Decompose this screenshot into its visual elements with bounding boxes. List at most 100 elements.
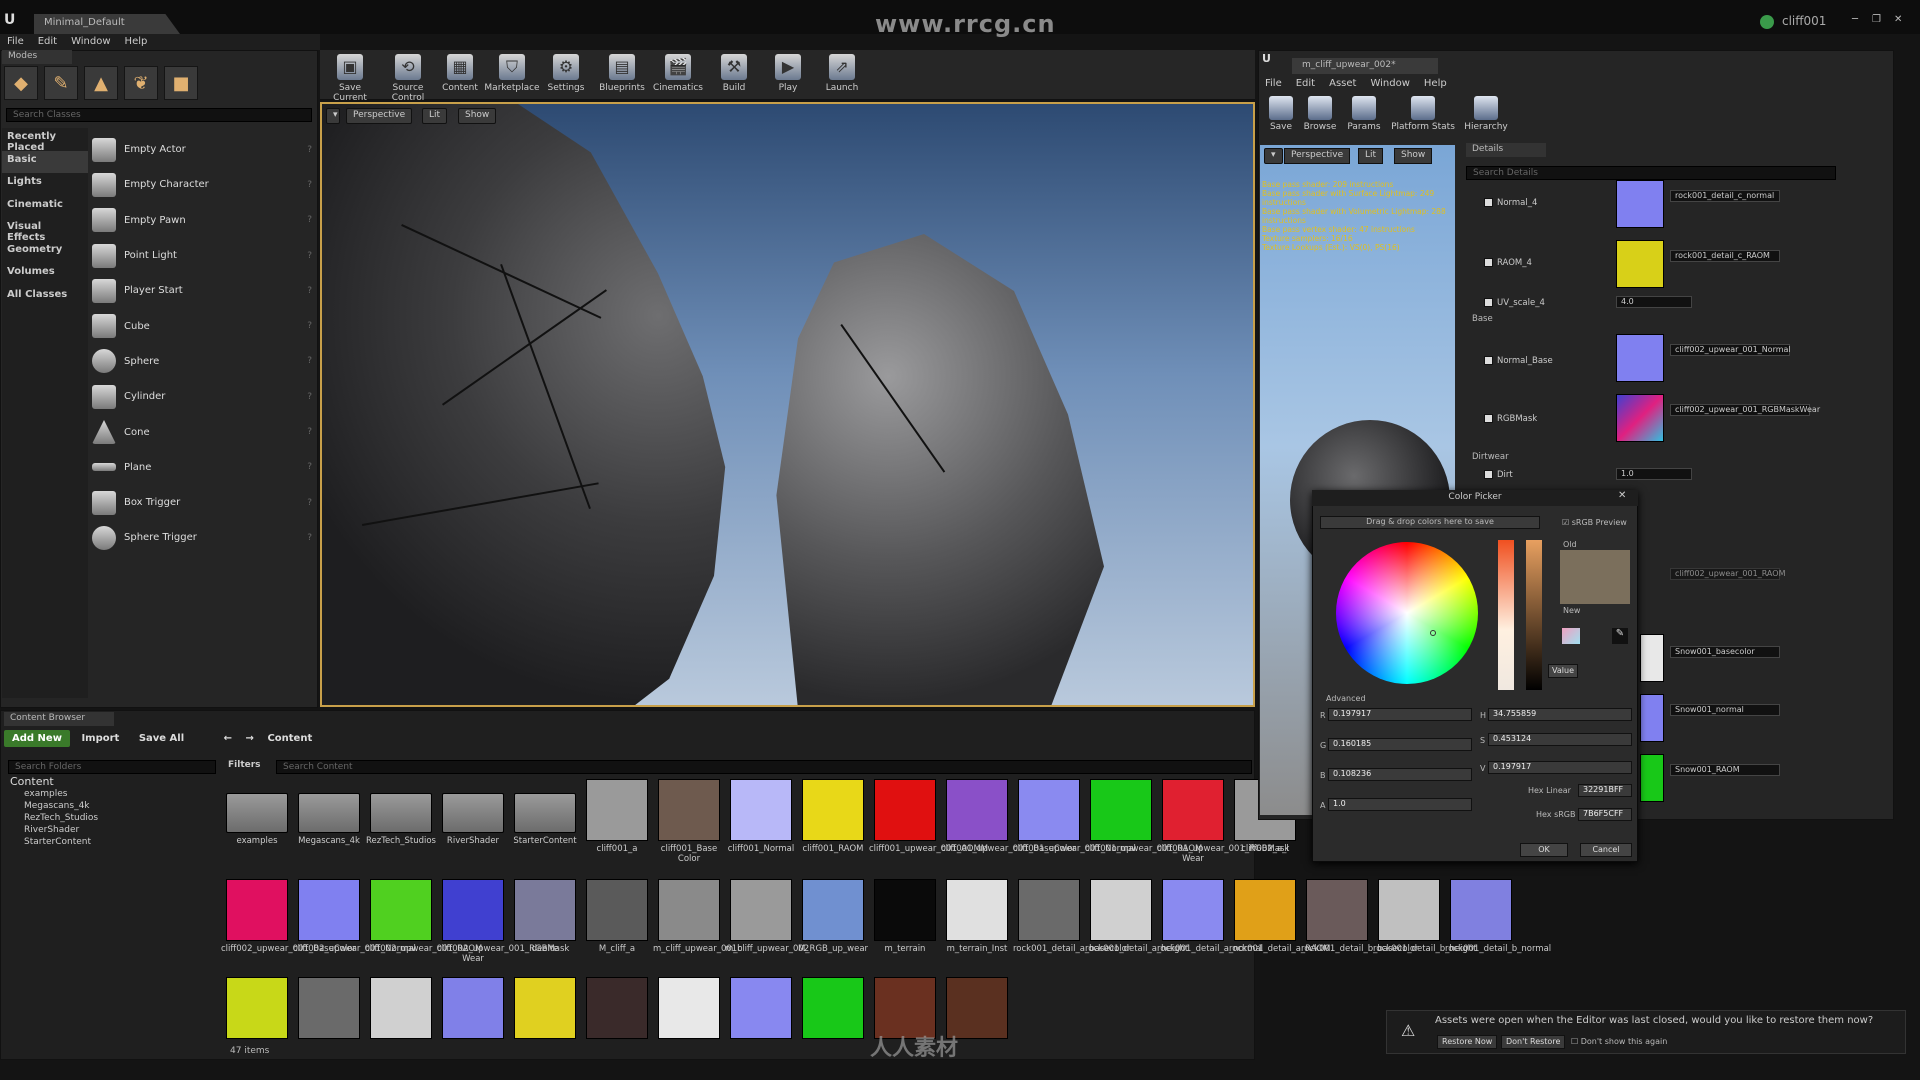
- param-texture-select[interactable]: rock001_detail_c_normal: [1670, 190, 1780, 202]
- menu-window[interactable]: Window: [1363, 76, 1416, 91]
- minimize-icon[interactable]: ─: [1852, 14, 1858, 28]
- settings-button[interactable]: ⚙ Settings: [538, 52, 594, 98]
- lit-button[interactable]: Lit: [422, 108, 448, 124]
- asset-tile[interactable]: [730, 977, 794, 1072]
- category-recently-placed[interactable]: Recently Placed: [2, 128, 88, 153]
- paint-mode-icon[interactable]: ✎: [44, 66, 78, 100]
- advanced-section[interactable]: Advanced: [1326, 694, 1366, 703]
- param-value-input[interactable]: 4.0: [1616, 296, 1692, 308]
- place-item[interactable]: Empty Character?: [92, 167, 312, 202]
- tree-item[interactable]: RezTech_Studios: [4, 813, 214, 825]
- section-base[interactable]: Base: [1472, 314, 1493, 324]
- marketplace-button[interactable]: ⛉ Marketplace: [484, 52, 540, 98]
- cancel-button[interactable]: Cancel: [1580, 843, 1632, 857]
- search-content-input[interactable]: Search Content: [276, 760, 1252, 774]
- mat-platform-stats-button[interactable]: Platform Stats: [1390, 96, 1456, 132]
- checkbox[interactable]: [1484, 356, 1493, 365]
- asset-tile[interactable]: cliff001_RAOM: [802, 779, 866, 874]
- content-browser-tab[interactable]: Content Browser: [4, 712, 114, 726]
- close-icon[interactable]: ✕: [1618, 490, 1626, 501]
- asset-tile[interactable]: m_cliff_upwear_002: [725, 879, 809, 974]
- menu-edit[interactable]: Edit: [31, 34, 64, 49]
- param-texture-select[interactable]: rock001_detail_c_RAOM: [1670, 250, 1780, 262]
- launch-button[interactable]: ⇗ Launch: [814, 52, 870, 98]
- asset-tile[interactable]: [298, 977, 362, 1072]
- menu-help[interactable]: Help: [1417, 76, 1454, 91]
- asset-tile[interactable]: rock001_detail_b_normal: [1445, 879, 1551, 974]
- asset-tile[interactable]: m_terrain_Inst: [946, 879, 1010, 974]
- mat-save-button[interactable]: Save: [1266, 96, 1296, 132]
- place-item[interactable]: Sphere?: [92, 344, 312, 379]
- category-geometry[interactable]: Geometry: [2, 241, 88, 264]
- asset-tile[interactable]: rock001_detail_a_RAOM: [1229, 879, 1330, 974]
- h-input[interactable]: 34.755859: [1488, 708, 1632, 721]
- asset-tile[interactable]: rock001_detail_a_normal: [1157, 879, 1263, 974]
- source-control-button[interactable]: ⟲ Source Control: [380, 52, 436, 103]
- modes-tab[interactable]: Modes: [2, 50, 72, 64]
- hex-linear-input[interactable]: 32291BFF: [1578, 784, 1632, 797]
- menu-window[interactable]: Window: [64, 34, 117, 49]
- asset-tile[interactable]: cliff002_upwear_001_Normal: [293, 879, 416, 974]
- path-content[interactable]: Content: [259, 730, 320, 747]
- asset-tile[interactable]: m_terrain: [874, 879, 938, 974]
- checkbox[interactable]: [1484, 414, 1493, 423]
- preview-lit-button[interactable]: Lit: [1358, 148, 1384, 164]
- menu-file[interactable]: File: [0, 34, 31, 49]
- param-thumbnail[interactable]: [1640, 634, 1664, 682]
- tree-item[interactable]: StarterContent: [4, 837, 214, 849]
- asset-tile[interactable]: cliff001_a: [586, 779, 650, 874]
- asset-tile[interactable]: cliff001_upwear_001_BaseColor: [941, 779, 1076, 874]
- place-item[interactable]: Cylinder?: [92, 379, 312, 414]
- asset-tile[interactable]: [802, 977, 866, 1072]
- add-new-button[interactable]: Add New: [4, 730, 70, 747]
- asset-tile[interactable]: cliff001_upwear_001_Normal: [1013, 779, 1136, 874]
- preview-perspective-button[interactable]: Perspective: [1284, 148, 1351, 164]
- b-input[interactable]: 0.108236: [1328, 768, 1472, 781]
- color-wheel-toggle-icon[interactable]: [1562, 628, 1580, 644]
- srgb-preview-checkbox[interactable]: ☑ sRGB Preview: [1562, 518, 1627, 527]
- param-texture-select[interactable]: Snow001_basecolor: [1670, 646, 1780, 658]
- mat-hierarchy-button[interactable]: Hierarchy: [1464, 96, 1508, 132]
- hex-srgb-input[interactable]: 7B6F5CFF: [1578, 808, 1632, 821]
- asset-tile[interactable]: [586, 977, 650, 1072]
- color-wheel[interactable]: [1336, 542, 1478, 684]
- asset-tile[interactable]: rock001_detail_b_basecolor: [1301, 879, 1419, 974]
- build-button[interactable]: ⚒ Build: [706, 52, 762, 98]
- param-texture-select[interactable]: cliff002_upwear_001_RGBMaskWear: [1670, 404, 1820, 416]
- asset-tile[interactable]: Megascans_4k: [298, 779, 362, 874]
- asset-tile[interactable]: cliff001_upwear_001_AOMM: [869, 779, 988, 874]
- param-texture-select[interactable]: Snow001_normal: [1670, 704, 1780, 716]
- param-texture-select[interactable]: cliff002_upwear_001_Normal: [1670, 344, 1791, 356]
- checkbox[interactable]: [1484, 258, 1493, 267]
- asset-tile[interactable]: M_RGB_up_wear: [798, 879, 868, 974]
- show-button[interactable]: Show: [458, 108, 497, 124]
- category-visual-effects[interactable]: Visual Effects: [2, 218, 88, 243]
- asset-tile[interactable]: rock001_detail_a_basecolor: [1013, 879, 1130, 974]
- asset-tile[interactable]: rock001_detail_a_height: [1085, 879, 1188, 974]
- perspective-button[interactable]: Perspective: [346, 108, 413, 124]
- checkbox[interactable]: [1484, 198, 1493, 207]
- preview-show-button[interactable]: Show: [1394, 148, 1433, 164]
- place-item[interactable]: Plane?: [92, 450, 312, 485]
- viewport-options-icon[interactable]: ▾: [326, 108, 340, 124]
- place-item[interactable]: Box Trigger?: [92, 485, 312, 520]
- details-tab[interactable]: Details: [1466, 143, 1546, 157]
- eyedropper-icon[interactable]: ✎: [1612, 628, 1628, 644]
- place-item[interactable]: Sphere Trigger?: [92, 520, 312, 555]
- save-current-button[interactable]: ▣ Save Current: [322, 52, 378, 103]
- cinematics-button[interactable]: 🎬 Cinematics: [650, 52, 706, 98]
- dont-restore-button[interactable]: Don't Restore: [1501, 1035, 1566, 1049]
- search-folders-input[interactable]: Search Folders: [8, 760, 216, 774]
- asset-tile[interactable]: cliff002_upwear_001_RAOM: [365, 879, 482, 974]
- param-texture-select[interactable]: cliff002_upwear_001_RAOM: [1670, 568, 1785, 580]
- save-all-button[interactable]: Save All: [131, 730, 192, 747]
- ok-button[interactable]: OK: [1520, 843, 1568, 857]
- section-dirtwear[interactable]: Dirtwear: [1472, 452, 1509, 462]
- s-input[interactable]: 0.453124: [1488, 733, 1632, 746]
- foliage-mode-icon[interactable]: ❦: [124, 66, 158, 100]
- asset-tile[interactable]: [226, 977, 290, 1072]
- search-details-input[interactable]: Search Details: [1466, 166, 1836, 180]
- asset-tile[interactable]: RiverShader: [442, 779, 506, 874]
- asset-tile[interactable]: rock001_detail_b_height: [1373, 879, 1476, 974]
- menu-file[interactable]: File: [1258, 76, 1289, 91]
